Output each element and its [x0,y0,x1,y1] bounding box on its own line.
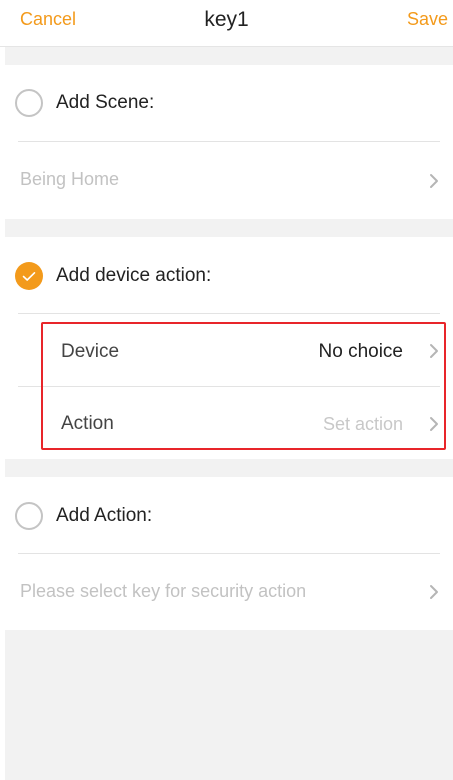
scene-select-row[interactable]: Being Home [5,142,453,219]
action-placeholder: Set action [322,414,403,434]
add-scene-label: Add Scene: [56,92,155,113]
section-gap [5,47,453,65]
chevron-right-icon [430,174,438,188]
action-label: Action [61,413,114,434]
add-action-option[interactable]: Add Action: [5,477,453,553]
device-label: Device [61,341,120,362]
save-button[interactable]: Save [407,9,448,30]
device-action-radio-button[interactable] [15,262,43,290]
section-gap [5,459,453,477]
scene-radio-button[interactable] [15,89,43,117]
security-action-value: Please select key for security action [20,581,307,601]
add-scene-option[interactable]: Add Scene: [5,65,453,141]
add-device-action-label: Add device action: [56,265,212,286]
nav-bar: Cancel key1 Save [0,0,453,47]
chevron-right-icon [430,417,438,431]
device-value: No choice [318,341,404,362]
device-action-section: Add device action: Device No choice Acti… [5,237,453,459]
page-title: key1 [204,8,249,31]
scene-value: Being Home [20,169,120,189]
security-action-select-row[interactable]: Please select key for security action [5,554,453,630]
add-device-action-option[interactable]: Add device action: [5,237,453,313]
security-action-section: Add Action: Please select key for securi… [5,477,453,630]
empty-area [5,630,453,780]
chevron-right-icon [430,344,438,358]
section-gap [5,219,453,237]
add-action-label: Add Action: [56,505,153,526]
action-select-row[interactable]: Action Set action [5,387,453,459]
device-select-row[interactable]: Device No choice [5,314,453,385]
check-icon [22,272,36,281]
scene-section: Add Scene: Being Home [5,65,453,219]
chevron-right-icon [430,585,438,599]
action-radio-button[interactable] [15,502,43,530]
